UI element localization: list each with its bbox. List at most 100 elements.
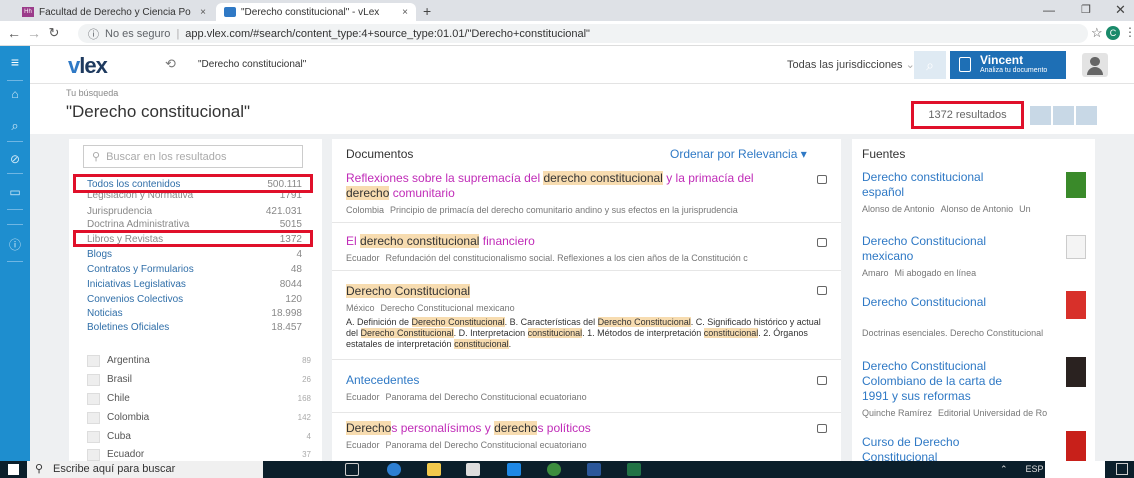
source-title[interactable]: Derecho Constitucional <box>862 295 1027 310</box>
source-item[interactable]: Derecho Constitucional mexicano Amaro Mi … <box>862 234 1092 278</box>
source-meta: Amaro Mi abogado en línea <box>862 268 977 278</box>
search-query-input[interactable]: "Derecho constitucional" <box>198 59 306 70</box>
home-icon[interactable]: ⌂ <box>0 87 30 101</box>
restore-icon[interactable]: ❐ <box>1081 3 1091 16</box>
taskbar-search[interactable]: ⚲ Escribe aquí para buscar <box>27 461 263 478</box>
document-item[interactable]: Antecedentes Ecuador Panorama del Derecho… <box>346 373 826 402</box>
document-title[interactable]: Derecho Constitucional <box>346 284 826 299</box>
compass-icon[interactable]: ⊘ <box>0 152 30 166</box>
source-item[interactable]: Derecho Constitucional Doctrinas esencia… <box>862 291 1092 338</box>
document-title[interactable]: Antecedentes <box>346 373 826 388</box>
minimize-icon[interactable]: — <box>1043 3 1055 17</box>
document-checkbox[interactable] <box>817 376 827 385</box>
checkbox[interactable] <box>87 374 100 386</box>
document-item[interactable]: Derecho Constitucional México Derecho Con… <box>346 284 826 350</box>
document-checkbox[interactable] <box>817 286 827 295</box>
document-title[interactable]: El derecho constitucional financiero <box>346 234 826 249</box>
word-icon[interactable] <box>587 463 601 476</box>
filter-search-input[interactable]: ⚲ Buscar en los resultados <box>83 145 303 168</box>
filter-contratos[interactable]: Contratos y Formularios 48 <box>83 264 310 275</box>
country-chile[interactable]: Chile 168 <box>87 392 317 406</box>
forward-icon[interactable]: → <box>24 25 44 41</box>
save-folder-icon[interactable] <box>1030 106 1051 125</box>
country-argentina[interactable]: Argentina 89 <box>87 354 317 368</box>
vincent-button[interactable]: Vincent Analiza tu documento <box>950 51 1066 79</box>
vlex-logo[interactable]: vlex <box>68 53 108 79</box>
download-icon[interactable] <box>1076 106 1097 125</box>
task-view-icon[interactable] <box>345 463 359 476</box>
document-meta: México Derecho Constitucional mexicano <box>346 303 515 313</box>
filter-panel: ⚲ Buscar en los resultados Todos los cont… <box>69 139 322 461</box>
filter-doctrina[interactable]: Doctrina Administrativa 5015 <box>83 219 310 230</box>
more-menu-icon[interactable]: ⋮ <box>1124 25 1134 39</box>
source-meta: Alonso de Antonio Alonso de Antonio Un <box>862 204 1031 214</box>
document-snippet: A. Definición de Derecho Constitucional.… <box>346 317 821 349</box>
source-title[interactable]: Derecho Constitucional Colombiano de la … <box>862 359 1027 404</box>
back-icon[interactable]: ← <box>4 25 24 41</box>
tab-facultad[interactable]: Hh Facultad de Derecho y Ciencia Po × <box>14 3 214 21</box>
hamburger-menu-icon[interactable]: ≡ <box>0 54 30 70</box>
language-indicator[interactable]: ESP <box>1026 464 1044 474</box>
document-item[interactable]: Derechos personalísimos y derechos polít… <box>346 421 826 450</box>
excel-icon[interactable] <box>627 463 641 476</box>
bookmark-star-icon[interactable]: ☆ <box>1091 25 1103 41</box>
info-circle-icon[interactable]: ⓘ <box>0 236 30 253</box>
checkbox[interactable] <box>87 431 100 443</box>
profile-avatar-icon[interactable]: C <box>1106 26 1120 40</box>
mail-icon[interactable] <box>507 463 521 476</box>
document-checkbox[interactable] <box>817 424 827 433</box>
checkbox[interactable] <box>87 449 100 461</box>
checkbox[interactable] <box>87 412 100 424</box>
reload-icon[interactable]: ↻ <box>44 25 64 41</box>
tab-vlex[interactable]: "Derecho constitucional" - vLex × <box>216 3 416 21</box>
tab-label: "Derecho constitucional" - vLex <box>241 6 380 18</box>
store-icon[interactable] <box>466 463 480 476</box>
document-title[interactable]: Reflexiones sobre la supremacía del dere… <box>346 171 796 201</box>
filter-blogs[interactable]: Blogs 4 <box>83 249 310 260</box>
source-item[interactable]: Derecho constitucional español Alonso de… <box>862 170 1092 214</box>
country-colombia[interactable]: Colombia 142 <box>87 411 317 425</box>
filter-noticias[interactable]: Noticias 18.998 <box>83 308 310 319</box>
edge-icon[interactable] <box>387 463 401 476</box>
document-checkbox[interactable] <box>817 238 827 247</box>
close-window-icon[interactable]: ✕ <box>1115 2 1126 18</box>
filter-iniciativas[interactable]: Iniciativas Legislativas 8044 <box>83 279 310 290</box>
filter-convenios[interactable]: Convenios Colectivos 120 <box>83 294 310 305</box>
filter-boletines[interactable]: Boletines Oficiales 18.457 <box>83 322 310 333</box>
checkbox[interactable] <box>87 393 100 405</box>
left-rail: ≡ ⌂ ⌕ ⊘ ▭ ⓘ <box>0 46 30 461</box>
close-tab-icon[interactable]: × <box>200 7 206 18</box>
folder-icon[interactable]: ▭ <box>0 185 30 199</box>
document-item[interactable]: El derecho constitucional financiero Ecu… <box>346 234 826 263</box>
sort-dropdown[interactable]: Ordenar por Relevancia ▾ <box>670 147 807 161</box>
alert-bell-icon[interactable] <box>1053 106 1074 125</box>
history-icon[interactable]: ⟲ <box>165 56 176 72</box>
source-title[interactable]: Derecho constitucional español <box>862 170 1027 200</box>
results-count: 1372 resultados <box>911 101 1024 129</box>
document-checkbox[interactable] <box>817 175 827 184</box>
document-item[interactable]: Reflexiones sobre la supremacía del dere… <box>346 171 826 215</box>
user-avatar-icon[interactable] <box>1082 53 1108 77</box>
checkbox[interactable] <box>87 355 100 367</box>
country-brasil[interactable]: Brasil 26 <box>87 373 317 387</box>
windows-taskbar: ⚲ Escribe aquí para buscar ⌃ ESP <box>0 461 1134 478</box>
new-tab-button[interactable]: + <box>423 3 431 19</box>
country-ecuador[interactable]: Ecuador 37 <box>87 448 317 462</box>
close-tab-icon[interactable]: × <box>402 7 408 18</box>
source-title[interactable]: Derecho Constitucional mexicano <box>862 234 1027 264</box>
document-title[interactable]: Derechos personalísimos y derechos polít… <box>346 421 826 436</box>
notifications-icon[interactable] <box>1116 463 1128 475</box>
filter-jurisprudencia[interactable]: Jurisprudencia 421.031 <box>83 206 310 217</box>
search-icon[interactable]: ⌕ <box>0 118 30 134</box>
country-cuba[interactable]: Cuba 4 <box>87 430 317 444</box>
url-field[interactable]: ⓘ No es seguro | app.vlex.com/#search/co… <box>78 24 1088 43</box>
clock-area[interactable] <box>1045 461 1105 478</box>
windows-start-icon[interactable] <box>8 464 19 475</box>
info-icon[interactable]: ⓘ <box>88 26 99 42</box>
chrome-icon[interactable] <box>547 463 561 476</box>
file-explorer-icon[interactable] <box>427 463 441 476</box>
source-item[interactable]: Derecho Constitucional Colombiano de la … <box>862 357 1092 418</box>
jurisdiction-select[interactable]: Todas las jurisdicciones ⌄ <box>787 58 915 71</box>
search-button[interactable]: ⌕ <box>914 51 946 79</box>
highlight-box <box>73 230 313 247</box>
